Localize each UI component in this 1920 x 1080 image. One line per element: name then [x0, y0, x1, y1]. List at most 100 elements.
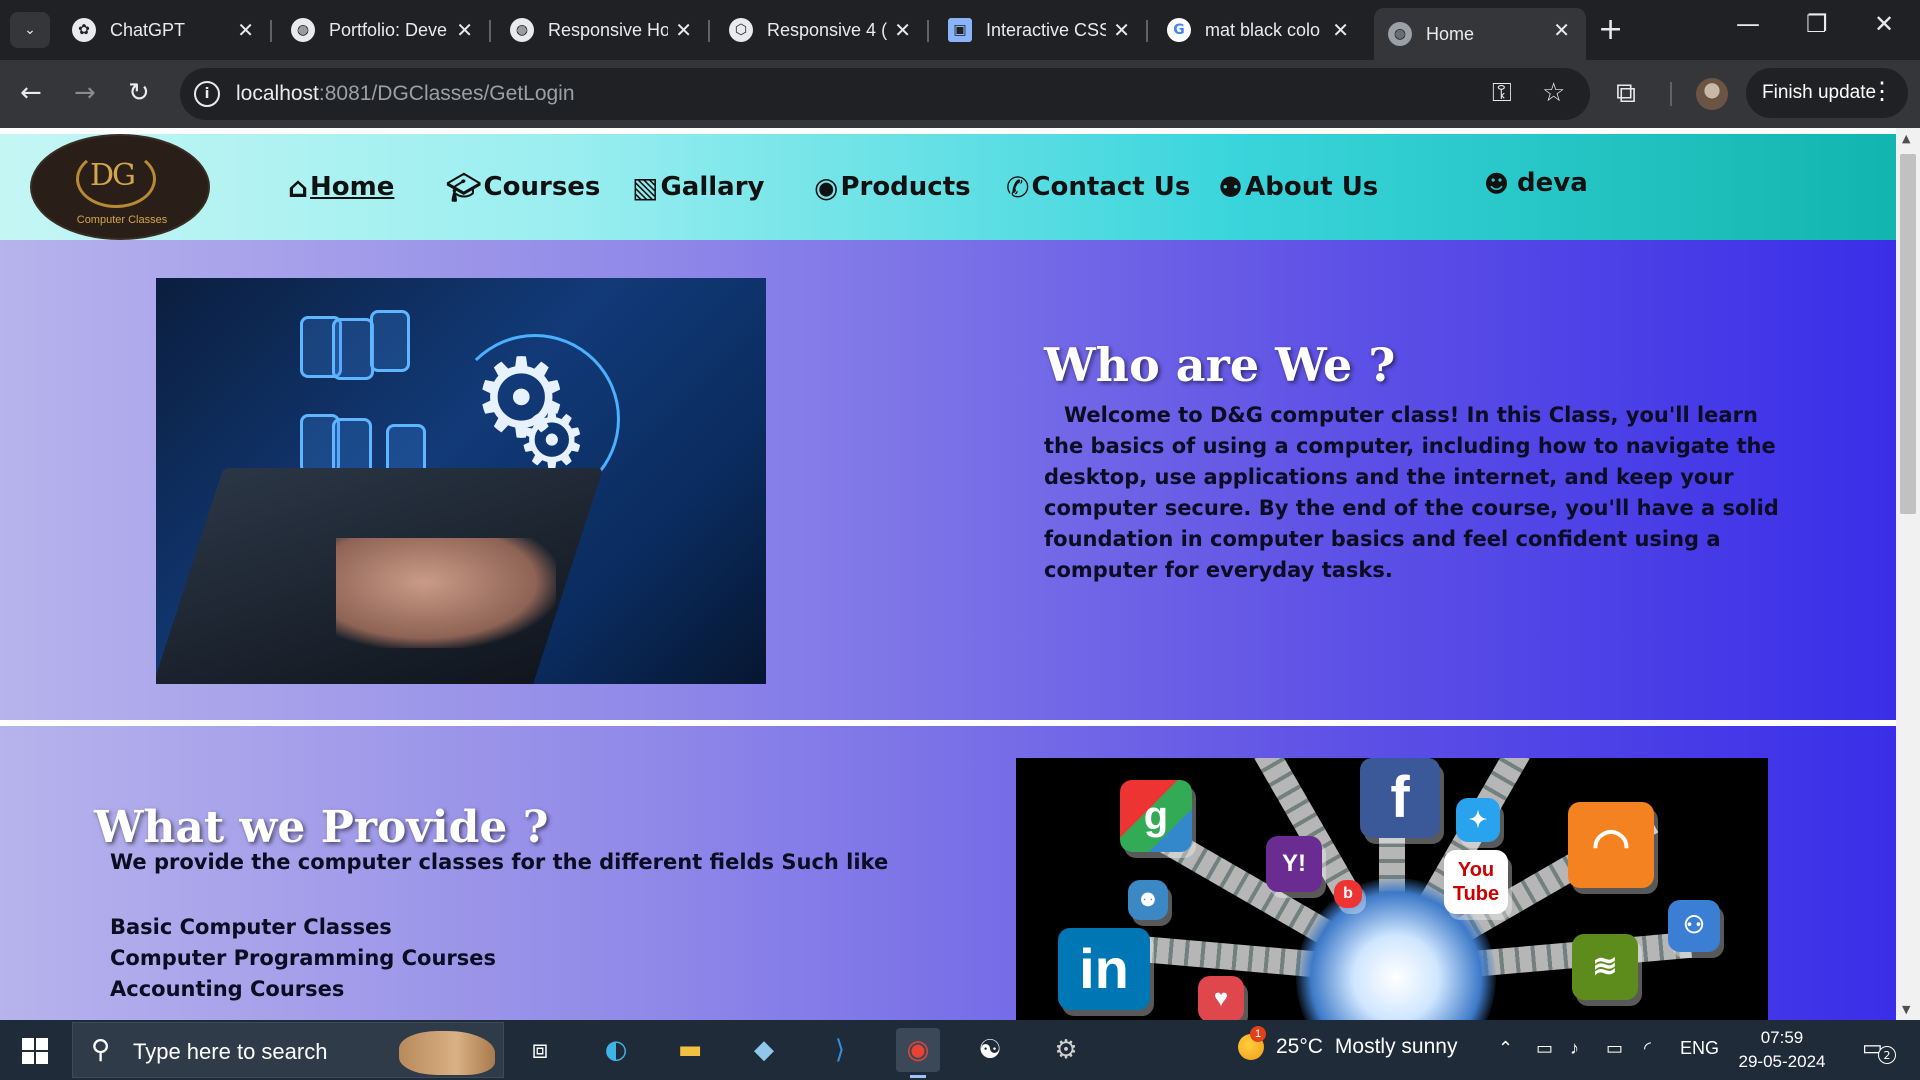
url-path: :8081/DGClasses/GetLogin: [318, 82, 575, 105]
url-host: localhost: [236, 82, 319, 105]
new-tab-button[interactable]: +: [1598, 12, 1623, 47]
nav-contact-us-label: Contact Us: [1031, 172, 1191, 202]
clock-time: 07:59: [1760, 1028, 1804, 1047]
minimize-icon[interactable]: —: [1736, 10, 1760, 38]
file-explorer-icon[interactable]: ▬: [668, 1028, 712, 1072]
what-we-provide-heading: What we Provide ?: [94, 802, 549, 853]
cube-icon: ▣: [948, 18, 972, 42]
tab-title: Responsive Ho: [548, 19, 668, 40]
taskbar-search-box[interactable]: ⚲ Type here to search: [72, 1022, 504, 1078]
tab-search-button[interactable]: ⌄: [10, 12, 50, 48]
nav-courses-label: Courses: [483, 172, 601, 202]
close-icon[interactable]: ✕: [456, 18, 473, 42]
wifi-icon[interactable]: ◜: [1644, 1038, 1651, 1059]
volume-icon[interactable]: ♪: [1570, 1038, 1579, 1059]
site-info-icon[interactable]: i: [194, 81, 220, 107]
restore-icon[interactable]: ❐: [1806, 10, 1828, 38]
signal-icon: ≋: [1572, 934, 1638, 1000]
bookmark-star-icon[interactable]: ☆: [1542, 78, 1565, 108]
close-window-icon[interactable]: ✕: [1874, 10, 1894, 38]
rss-icon: ◠: [1568, 802, 1654, 888]
nav-user[interactable]: ☻ deva: [1484, 168, 1588, 198]
home-icon: ⌂: [288, 171, 309, 204]
reload-icon[interactable]: ↻: [128, 78, 150, 108]
facebook-label: f: [1390, 765, 1410, 830]
extensions-icon[interactable]: ⧉: [1616, 76, 1636, 110]
task-view-icon[interactable]: ⧈: [518, 1028, 562, 1072]
edge-icon[interactable]: ◐: [594, 1028, 638, 1072]
tab-interactive-css[interactable]: ▣ Interactive CSS ✕: [934, 8, 1148, 52]
facebook-icon: f: [1360, 758, 1440, 838]
address-bar[interactable]: i localhost:8081/DGClasses/GetLogin ⚿ ☆: [180, 68, 1590, 120]
what-we-provide-intro: We provide the computer classes for the …: [110, 850, 889, 874]
yahoo-label: Y!: [1282, 850, 1306, 877]
nav-about-us[interactable]: ⚉ About Us: [1218, 172, 1378, 202]
tab-responsive-4[interactable]: ⬡ Responsive 4 ( ✕: [715, 8, 929, 52]
vscode-icon[interactable]: ⟩: [818, 1028, 862, 1072]
sun-icon: 1: [1238, 1026, 1266, 1060]
laptop-gears-image: ⚙ ⚙: [156, 278, 766, 684]
google-icon: G: [1167, 18, 1191, 42]
globe-icon: ◍: [1388, 22, 1412, 46]
tab-title: mat black colo: [1205, 19, 1321, 40]
group-icon: ⚇: [1668, 900, 1720, 952]
nav-contact-us[interactable]: ✆ Contact Us: [1006, 172, 1190, 202]
youtube-icon: You Tube: [1444, 850, 1508, 914]
windows-start-icon[interactable]: [22, 1038, 48, 1064]
page-viewport: DG Computer Classes ⌂ Home 🎓︎ Courses ▧ …: [0, 128, 1920, 1020]
back-arrow-icon[interactable]: ←: [20, 78, 42, 108]
battery-icon[interactable]: ▭: [1606, 1038, 1623, 1059]
notes-app-icon[interactable]: ◆: [742, 1028, 786, 1072]
forward-arrow-icon[interactable]: →: [74, 78, 96, 108]
search-icon: ⚲: [91, 1035, 111, 1065]
nav-products[interactable]: ◉ Products: [814, 172, 971, 202]
weather-badge: 1: [1250, 1026, 1266, 1042]
tab-chatgpt[interactable]: ✿ ChatGPT ✕: [58, 8, 272, 52]
globe-icon: ◍: [510, 18, 534, 42]
nav-gallary[interactable]: ▧ Gallary: [632, 172, 765, 202]
site-navbar: DG Computer Classes ⌂ Home 🎓︎ Courses ▧ …: [0, 134, 1896, 240]
scrollbar-thumb[interactable]: [1900, 154, 1916, 514]
windows-taskbar: ⚲ Type here to search ⧈ ◐ ▬ ◆ ⟩ ◉ ☯ ⚙ 1 …: [0, 1020, 1920, 1080]
chrome-icon[interactable]: ◉: [896, 1028, 940, 1078]
logo-subtitle: Computer Classes: [76, 214, 168, 226]
clock[interactable]: 07:59 29-05-2024: [1724, 1026, 1840, 1074]
url-text[interactable]: localhost:8081/DGClasses/GetLogin: [236, 82, 575, 106]
close-icon[interactable]: ✕: [1332, 18, 1349, 42]
language-indicator[interactable]: ENG: [1680, 1038, 1719, 1059]
weather-widget[interactable]: 1 25°C Mostly sunny: [1238, 1026, 1457, 1060]
scroll-up-icon[interactable]: ▲: [1902, 132, 1910, 145]
youtube-label: You Tube: [1452, 859, 1500, 905]
page-scrollbar[interactable]: ▲ ▼: [1896, 128, 1920, 1020]
profile-avatar[interactable]: [1696, 78, 1728, 110]
chevron-up-icon[interactable]: ⌃: [1498, 1038, 1513, 1059]
tab-title: ChatGPT: [110, 19, 186, 40]
nav-home[interactable]: ⌂ Home: [288, 172, 394, 202]
nav-courses[interactable]: 🎓︎ Courses: [446, 172, 600, 202]
tab-portfolio[interactable]: ◍ Portfolio: Deve ✕: [277, 8, 491, 52]
close-icon[interactable]: ✕: [1553, 18, 1570, 42]
github-icon[interactable]: ☯: [968, 1028, 1012, 1072]
graduation-cap-icon: 🎓︎: [446, 171, 482, 204]
finish-update-button[interactable]: Finish update ⋮: [1746, 68, 1908, 118]
close-icon[interactable]: ✕: [894, 18, 911, 42]
browser-toolbar: ← → ↻ i localhost:8081/DGClasses/GetLogi…: [0, 60, 1920, 128]
tab-google-search[interactable]: G mat black colo ✕: [1153, 8, 1365, 52]
close-icon[interactable]: ✕: [675, 18, 692, 42]
meet-now-icon[interactable]: ▭: [1536, 1038, 1553, 1059]
close-icon[interactable]: ✕: [1113, 18, 1130, 42]
tab-responsive-ho[interactable]: ◍ Responsive Ho ✕: [496, 8, 710, 52]
password-key-icon[interactable]: ⚿: [1492, 78, 1512, 109]
notification-center[interactable]: ▭ 2: [1862, 1036, 1896, 1064]
close-icon[interactable]: ✕: [237, 18, 254, 42]
linkedin-label: in: [1079, 937, 1129, 1000]
more-menu-icon[interactable]: ⋮: [1870, 77, 1894, 106]
dg-logo[interactable]: DG Computer Classes: [30, 134, 210, 240]
logo-monogram: DG: [90, 158, 136, 193]
tab-home[interactable]: ◍ Home ✕: [1374, 8, 1586, 60]
settings-app-icon[interactable]: ⚙: [1044, 1028, 1088, 1072]
scroll-down-icon[interactable]: ▼: [1902, 1003, 1910, 1016]
phone-icon: ✆: [1006, 171, 1030, 204]
nav-gallary-label: Gallary: [660, 172, 765, 202]
who-are-we-section: ⚙ ⚙ Who are We ? Welcome to D&G computer…: [0, 240, 1896, 720]
